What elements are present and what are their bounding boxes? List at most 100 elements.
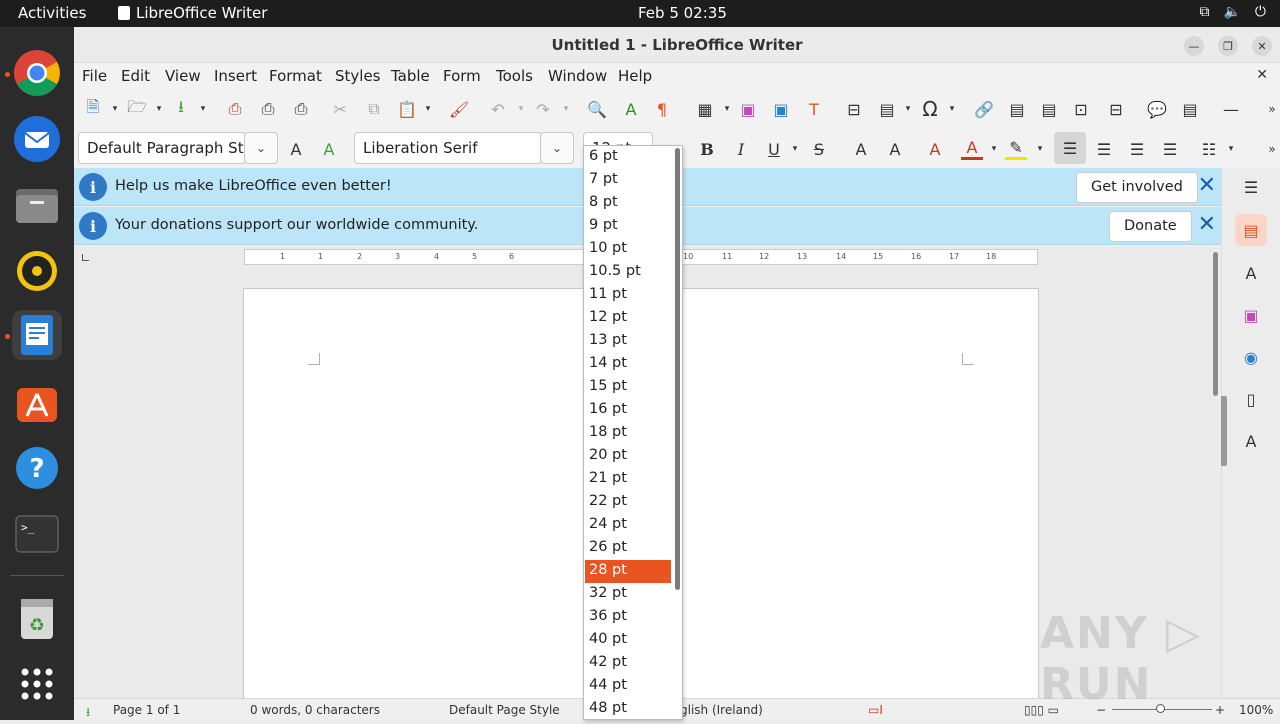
spelling-icon[interactable]: A <box>620 98 642 120</box>
font-size-option[interactable]: 6 pt <box>585 146 671 169</box>
font-size-option[interactable]: 48 pt <box>585 698 671 721</box>
footnote-icon[interactable]: ▤ <box>1006 98 1028 120</box>
chevron-down-icon[interactable]: ▾ <box>148 98 170 120</box>
language[interactable]: glish (Ireland) <box>680 703 763 717</box>
new-document-icon[interactable]: 🗎 <box>82 97 104 120</box>
system-tray[interactable]: ⧉ 🔈 ⏻ <box>1199 4 1266 20</box>
superscript-icon[interactable]: A <box>850 138 872 160</box>
chevron-down-icon[interactable]: ▾ <box>417 98 439 120</box>
endnote-icon[interactable]: ▤ <box>1038 98 1060 120</box>
menu-help[interactable]: Help <box>618 67 652 85</box>
tab-stop-selector[interactable] <box>82 254 89 261</box>
align-center-icon[interactable]: ☰ <box>1093 138 1115 160</box>
font-size-option[interactable]: 24 pt <box>585 514 671 537</box>
menu-edit[interactable]: Edit <box>121 67 150 85</box>
horizontal-line-icon[interactable]: — <box>1220 98 1242 120</box>
menu-form[interactable]: Form <box>443 67 481 85</box>
chevron-down-icon[interactable]: ⌄ <box>540 132 574 164</box>
font-size-option[interactable]: 14 pt <box>585 353 671 376</box>
print-icon[interactable]: ⎙ <box>257 98 279 120</box>
menu-table[interactable]: Table <box>391 67 430 85</box>
trash-icon[interactable]: ♻ <box>12 593 62 643</box>
clone-formatting-icon[interactable]: 🖌 <box>448 98 470 120</box>
open-folder-icon[interactable]: 🗁 <box>126 97 148 120</box>
font-size-option[interactable]: 16 pt <box>585 399 671 422</box>
menu-file[interactable]: File <box>82 67 107 85</box>
minimize-button[interactable]: — <box>1184 36 1204 56</box>
clear-formatting-icon[interactable]: A <box>924 138 946 160</box>
navigator-icon[interactable]: ◉ <box>1240 346 1262 368</box>
paste-icon[interactable]: 📋 <box>396 98 418 120</box>
font-size-option[interactable]: 32 pt <box>585 583 671 606</box>
insert-mode-icon[interactable]: ▭I <box>868 703 883 717</box>
chevron-down-icon[interactable]: ⌄ <box>244 132 278 164</box>
page-style[interactable]: Default Page Style <box>449 703 560 717</box>
insert-page-break-icon[interactable]: ⊟ <box>843 98 865 120</box>
help-icon[interactable]: ? <box>12 443 62 493</box>
font-size-option[interactable]: 22 pt <box>585 491 671 514</box>
page-count[interactable]: Page 1 of 1 <box>113 703 180 717</box>
font-size-option[interactable]: 44 pt <box>585 675 671 698</box>
maximize-button[interactable]: ❐ <box>1218 36 1238 56</box>
sidebar-menu-icon[interactable]: ☰ <box>1240 176 1262 198</box>
print-preview-icon[interactable]: ⎙ <box>290 98 312 120</box>
font-size-option[interactable]: 15 pt <box>585 376 671 399</box>
clock[interactable]: Feb 5 02:35 <box>638 4 727 22</box>
justify-icon[interactable]: ☰ <box>1159 138 1181 160</box>
font-size-option[interactable]: 10 pt <box>585 238 671 261</box>
chevron-down-icon[interactable]: ▾ <box>1220 138 1242 160</box>
align-right-icon[interactable]: ☰ <box>1126 138 1148 160</box>
menu-insert[interactable]: Insert <box>214 67 257 85</box>
chevron-down-icon[interactable]: ▾ <box>192 98 214 120</box>
chevron-down-icon[interactable]: ▾ <box>510 98 532 120</box>
chevron-down-icon[interactable]: ▾ <box>784 138 806 160</box>
menu-format[interactable]: Format <box>269 67 322 85</box>
align-left-icon[interactable]: ☰ <box>1054 132 1086 164</box>
terminal-icon[interactable]: >_ <box>12 509 62 559</box>
special-character-icon[interactable]: Ω <box>919 97 941 121</box>
export-pdf-icon[interactable]: ⎙ <box>224 98 246 120</box>
chevron-down-icon[interactable]: ▾ <box>897 98 919 120</box>
redo-icon[interactable]: ↷ <box>532 98 554 120</box>
page-icon[interactable]: ▯ <box>1240 388 1262 410</box>
cross-reference-icon[interactable]: ⊟ <box>1105 98 1127 120</box>
font-color-icon[interactable]: A <box>961 138 983 160</box>
find-replace-icon[interactable]: 🔍 <box>586 98 608 120</box>
chevron-down-icon[interactable]: ▾ <box>983 138 1005 160</box>
scrollbar-thumb[interactable] <box>1213 252 1218 396</box>
menu-styles[interactable]: Styles <box>335 67 381 85</box>
thunderbird-icon[interactable] <box>12 114 62 164</box>
menu-window[interactable]: Window <box>548 67 607 85</box>
italic-icon[interactable]: I <box>730 138 752 160</box>
update-style-icon[interactable]: A <box>285 138 307 160</box>
comment-icon[interactable]: 💬 <box>1146 98 1168 120</box>
app-menu[interactable]: LibreOffice Writer <box>118 4 267 22</box>
word-count[interactable]: 0 words, 0 characters <box>250 703 380 717</box>
overflow-chevron-icon[interactable]: » <box>1261 98 1280 120</box>
get-involved-button[interactable]: Get involved <box>1076 172 1198 203</box>
underline-icon[interactable]: U <box>763 138 785 160</box>
close-window-button[interactable]: ✕ <box>1252 36 1272 56</box>
font-size-option[interactable]: 21 pt <box>585 468 671 491</box>
font-size-option[interactable]: 10.5 pt <box>585 261 671 284</box>
hyperlink-icon[interactable]: 🔗 <box>973 98 995 120</box>
cut-icon[interactable]: ✂ <box>329 98 351 120</box>
font-size-option[interactable]: 42 pt <box>585 652 671 675</box>
app-store-icon[interactable] <box>12 377 62 427</box>
chevron-down-icon[interactable]: ▾ <box>104 98 126 120</box>
gallery-icon[interactable]: ▣ <box>1240 304 1262 326</box>
close-icon[interactable]: ✕ <box>1198 214 1216 236</box>
font-size-dropdown[interactable]: 6 pt 7 pt 8 pt 9 pt 10 pt 10.5 pt 11 pt 12 pt 13… <box>583 145 683 720</box>
list-icon[interactable]: ☷ <box>1198 138 1220 160</box>
strikethrough-icon[interactable]: S <box>808 138 830 160</box>
subscript-icon[interactable]: A <box>884 138 906 160</box>
insert-textbox-icon[interactable]: T <box>803 98 825 120</box>
font-size-option[interactable]: 8 pt <box>585 192 671 215</box>
font-size-option[interactable]: 13 pt <box>585 330 671 353</box>
show-apps-icon[interactable] <box>12 659 62 709</box>
chrome-icon[interactable] <box>12 48 62 98</box>
font-size-option[interactable]: 28 pt <box>585 560 671 583</box>
copy-icon[interactable]: ⧉ <box>363 98 385 120</box>
font-size-option[interactable]: 7 pt <box>585 169 671 192</box>
chevron-down-icon[interactable]: ▾ <box>1029 138 1051 160</box>
